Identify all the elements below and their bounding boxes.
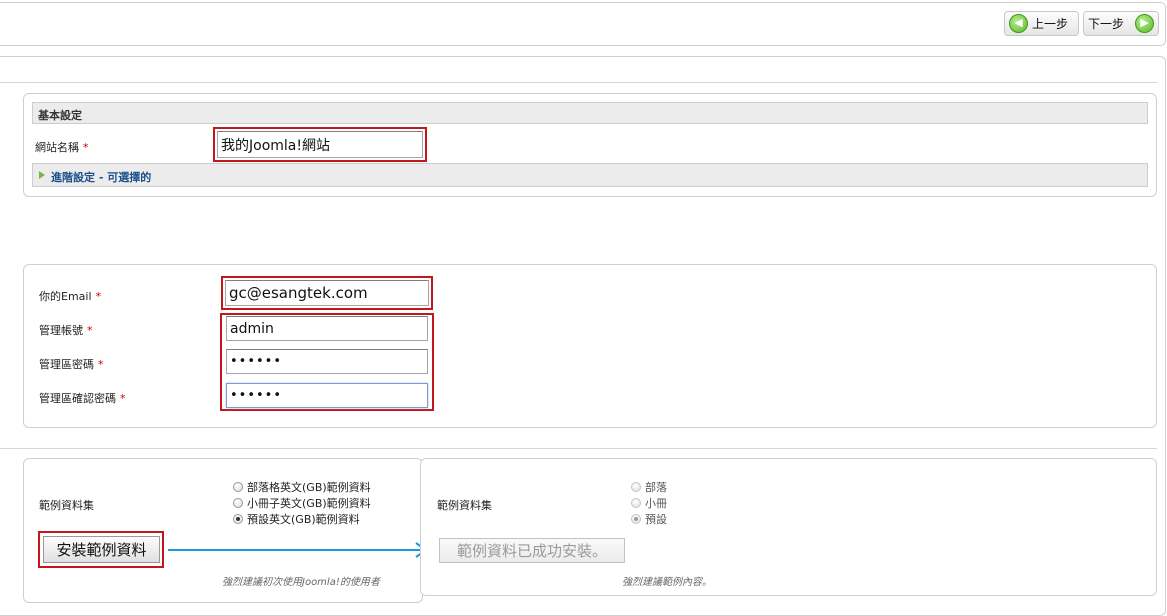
- radio-icon: [233, 498, 243, 508]
- arrow-left-icon: ◀: [1009, 14, 1028, 33]
- password-input[interactable]: ••••••: [226, 349, 428, 374]
- password-label: 管理區密碼 *: [39, 356, 104, 372]
- sample-data-label: 範例資料集: [437, 499, 492, 512]
- sample-option-label: 部落格英文(GB)範例資料: [247, 481, 371, 494]
- sample-option-brochure[interactable]: 小冊子英文(GB)範例資料: [233, 495, 371, 511]
- email-input[interactable]: gc@esangtek.com: [225, 280, 429, 306]
- email-label: 你的Email *: [39, 288, 101, 304]
- required-mark: *: [95, 290, 102, 303]
- site-name-label-text: 網站名稱: [35, 141, 79, 154]
- radio-icon: [233, 482, 243, 492]
- confirm-password-label: 管理區確認密碼 *: [39, 390, 126, 406]
- sample-option-label: 預設: [645, 513, 667, 526]
- next-step-button[interactable]: 下一步 ▶: [1083, 11, 1159, 36]
- email-label-text: 你的Email: [39, 290, 92, 303]
- install-sample-data-button[interactable]: 安裝範例資料: [43, 536, 160, 563]
- advanced-settings-toggle[interactable]: 進階設定 - 可選擇的: [32, 163, 1148, 187]
- sample-data-options-disabled: 部落 小冊 預設: [631, 479, 667, 527]
- advanced-settings-label: 進階設定 - 可選擇的: [51, 171, 152, 184]
- admin-fieldset: [23, 264, 1157, 428]
- sample-data-note: 強烈建議初次使用Joomla!的使用者: [222, 577, 380, 588]
- sample-option-brochure-disabled: 小冊: [631, 495, 667, 511]
- site-name-label: 網站名稱 *: [35, 139, 89, 155]
- sample-option-label: 小冊子英文(GB)範例資料: [247, 497, 371, 510]
- confirm-password-label-text: 管理區確認密碼: [39, 392, 116, 405]
- sample-option-label: 部落: [645, 481, 667, 494]
- sample-option-default-disabled: 預設: [631, 511, 667, 527]
- next-step-label: 下一步: [1088, 17, 1125, 31]
- sample-option-blog[interactable]: 部落格英文(GB)範例資料: [233, 479, 371, 495]
- sample-option-default[interactable]: 預設英文(GB)範例資料: [233, 511, 371, 527]
- basic-settings-legend: 基本設定: [32, 102, 1148, 124]
- required-mark: *: [83, 141, 89, 154]
- sample-option-label: 小冊: [645, 497, 667, 510]
- sample-option-blog-disabled: 部落: [631, 479, 667, 495]
- required-mark: *: [87, 324, 93, 337]
- radio-icon: [631, 482, 641, 492]
- top-toolbar: [0, 2, 1166, 46]
- required-mark: *: [98, 358, 104, 371]
- password-label-text: 管理區密碼: [39, 358, 94, 371]
- username-input[interactable]: admin: [226, 316, 428, 341]
- divider: [0, 82, 1157, 83]
- sample-option-label: 預設英文(GB)範例資料: [247, 513, 360, 526]
- prev-step-button[interactable]: ◀ 上一步: [1004, 11, 1079, 36]
- radio-selected-icon: [233, 514, 243, 524]
- username-label-text: 管理帳號: [39, 324, 83, 337]
- transition-arrow-icon: [168, 542, 428, 558]
- sample-data-options: 部落格英文(GB)範例資料 小冊子英文(GB)範例資料 預設英文(GB)範例資料: [233, 479, 371, 527]
- sample-data-installed-button: 範例資料已成功安裝。: [439, 538, 625, 563]
- arrow-right-icon: ▶: [1135, 14, 1154, 33]
- required-mark: *: [120, 392, 126, 405]
- username-label: 管理帳號 *: [39, 322, 93, 338]
- expand-triangle-icon: [39, 171, 45, 179]
- sample-data-label: 範例資料集: [39, 499, 94, 512]
- confirm-password-input[interactable]: ••••••: [226, 383, 428, 408]
- radio-icon: [631, 498, 641, 508]
- divider: [0, 448, 1157, 449]
- sample-data-fieldset-after: [420, 458, 1157, 596]
- sample-data-note: 強烈建議範例內容。: [622, 577, 712, 588]
- site-name-input[interactable]: 我的Joomla!網站: [217, 131, 423, 158]
- radio-selected-icon: [631, 514, 641, 524]
- prev-step-label: 上一步: [1032, 17, 1069, 31]
